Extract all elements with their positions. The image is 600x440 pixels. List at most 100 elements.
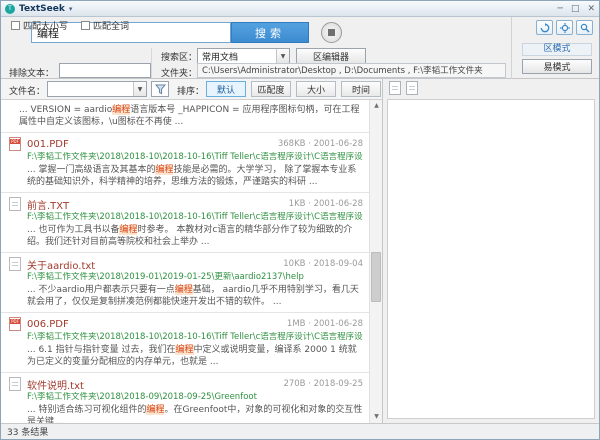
preview-page-icon[interactable] [389,81,401,95]
file-type-icon [9,257,21,271]
titlebar: T TextSeek ▾ ─ □ ✕ [1,1,599,17]
close-button[interactable]: ✕ [587,2,595,16]
result-item[interactable]: 001.PDF 368KB · 2001-06-28 F:\李韬工作文件夹\20… [1,133,369,193]
result-filename[interactable]: 前言.TXT [27,197,283,212]
file-type-icon [9,197,21,211]
folder-label: 文件夹： [161,66,197,79]
refresh-index-button[interactable] [536,20,553,35]
result-head: 软件说明.txt 270B · 2018-09-25 [9,377,363,391]
scrollbar-thumb[interactable] [371,252,381,302]
match-case-checkbox[interactable]: 匹配大小写 [11,19,68,32]
result-path: F:\李韬工作文件夹\2018\2019-01\2019-01-25\更新\aa… [27,272,363,283]
result-snippet: ... VERSION = aardio编程语言版本号 _HAPPICON = … [19,104,363,128]
result-item[interactable]: 前言.TXT 1KB · 2001-06-28 F:\李韬工作文件夹\2018\… [1,193,369,253]
search-tools-button[interactable] [576,20,593,35]
minimize-button[interactable]: ─ [558,2,563,16]
app-logo-icon[interactable]: T [5,4,15,14]
sort-option-button[interactable]: 默认 [206,81,246,97]
magnifier-icon [580,23,590,33]
preview-toolbar [389,81,418,95]
match-case-label: 匹配大小写 [23,19,68,32]
filter-button[interactable] [151,81,169,97]
easy-mode-button[interactable]: 易模式 [522,59,592,74]
result-path: F:\李韬工作文件夹\2018\2018-10\2018-10-16\Tiff … [27,332,363,343]
filename-label: 文件名： [9,84,45,97]
folder-path-field[interactable]: C:\Users\Administrator\Desktop , D:\Docu… [197,63,506,78]
status-bar: 33 条结果 [1,423,599,439]
divider [151,48,152,78]
results-scrollbar[interactable]: ▲ ▼ [369,100,382,423]
sort-option-button[interactable]: 大小 [296,81,336,97]
result-item[interactable]: 关于aardio.txt 10KB · 2018-09-04 F:\李韬工作文件… [1,253,369,313]
result-snippet: ... 不少aardio用户都表示只要有一点编程基础， aardio几乎不用特别… [27,284,363,308]
result-head: 001.PDF 368KB · 2001-06-28 [9,137,363,151]
exclude-text-input[interactable] [59,63,151,78]
result-size-date: 10KB · 2018-09-04 [283,259,363,269]
window-controls: ─ □ ✕ [558,2,595,16]
gear-icon [560,23,570,33]
search-zone-select[interactable]: 常用文档 ▼ [197,48,290,64]
exclude-text-label: 排除文本： [9,66,54,79]
chevron-down-icon: ▼ [133,82,146,96]
maximize-button[interactable]: □ [571,2,580,16]
result-head: 关于aardio.txt 10KB · 2018-09-04 [9,257,363,271]
result-path: F:\李韬工作文件夹\2018\2018-09\2018-09-25\Green… [27,392,363,403]
preview-pane [382,79,599,423]
result-snippet: ... 掌握一门高级语言及其基本的编程技能是必需的。大学学习， 除了掌握本专业系… [27,164,363,188]
result-size-date: 368KB · 2001-06-28 [278,139,363,149]
tool-button-row [536,20,593,35]
result-item[interactable]: 006.PDF 1MB · 2001-06-28 F:\李韬工作文件夹\2018… [1,313,369,373]
result-size-date: 270B · 2018-09-25 [283,379,363,389]
sort-label: 排序： [177,84,204,97]
scroll-down-icon[interactable]: ▼ [370,411,382,423]
sort-option-button[interactable]: 匹配度 [251,81,291,97]
stop-icon [328,29,335,36]
result-item[interactable]: ... VERSION = aardio编程语言版本号 _HAPPICON = … [1,100,369,133]
result-path: F:\李韬工作文件夹\2018\2018-10\2018-10-16\Tiff … [27,152,363,163]
file-type-icon [9,377,21,391]
preview-text-icon[interactable] [406,81,418,95]
result-filename[interactable]: 软件说明.txt [27,377,277,392]
mode-panel: 区模式 易模式 [511,17,599,79]
window-title: TextSeek [19,4,65,14]
zone-editor-button[interactable]: 区编辑器 [296,48,366,64]
results-pane: ... VERSION = aardio编程语言版本号 _HAPPICON = … [1,99,382,423]
textseek-window: T TextSeek ▾ ─ □ ✕ 搜索 匹配大小写 匹配全词 搜索区： 常用… [0,0,600,440]
search-zone-label: 搜索区： [161,50,197,63]
result-snippet: ... 特别适合练习可视化组件的编程。在Greenfoot中，对象的可视化和对象… [27,404,363,423]
checkbox-icon [11,21,20,30]
result-size-date: 1KB · 2001-06-28 [289,199,363,209]
checkbox-icon [81,21,90,30]
results-list: ... VERSION = aardio编程语言版本号 _HAPPICON = … [1,100,369,423]
result-filename[interactable]: 001.PDF [27,139,272,150]
funnel-icon [155,84,166,95]
match-word-label: 匹配全词 [93,19,129,32]
filename-filter-select[interactable]: ▼ [47,81,147,97]
preview-content[interactable] [387,99,595,419]
settings-button[interactable] [556,20,573,35]
result-head: 006.PDF 1MB · 2001-06-28 [9,317,363,331]
chevron-down-icon: ▼ [276,49,289,63]
result-snippet: ... 6.1 指针与指针变量 过去，我们在编程中定义或说明变量，编译系 200… [27,344,363,368]
result-size-date: 1MB · 2001-06-28 [287,319,363,329]
zone-mode-link[interactable]: 区模式 [522,43,592,56]
refresh-icon [540,23,550,33]
stop-button[interactable] [321,22,342,43]
result-snippet: ... 也可作为工具书以备编程时参考。 本教材对c语言的精华部分作了较为细致的介… [27,224,363,248]
list-toolbar: 文件名： ▼ 排序： 默认匹配度大小时间 [1,79,382,99]
result-head: 前言.TXT 1KB · 2001-06-28 [9,197,363,211]
result-filename[interactable]: 006.PDF [27,319,281,330]
search-zone-value: 常用文档 [198,50,276,63]
sort-buttons: 默认匹配度大小时间 [206,81,381,97]
search-button[interactable]: 搜索 [231,22,309,43]
file-type-icon [9,137,21,151]
search-toolbar: 搜索 匹配大小写 匹配全词 搜索区： 常用文档 ▼ 区编辑器 排除文本： 文件夹… [1,17,599,79]
match-word-checkbox[interactable]: 匹配全词 [81,19,129,32]
file-type-icon [9,317,21,331]
title-menu-caret-icon[interactable]: ▾ [69,5,73,13]
sort-option-button[interactable]: 时间 [341,81,381,97]
result-count: 33 条结果 [7,425,48,438]
scroll-up-icon[interactable]: ▲ [370,100,382,112]
result-filename[interactable]: 关于aardio.txt [27,257,277,272]
result-item[interactable]: 软件说明.txt 270B · 2018-09-25 F:\李韬工作文件夹\20… [1,373,369,423]
